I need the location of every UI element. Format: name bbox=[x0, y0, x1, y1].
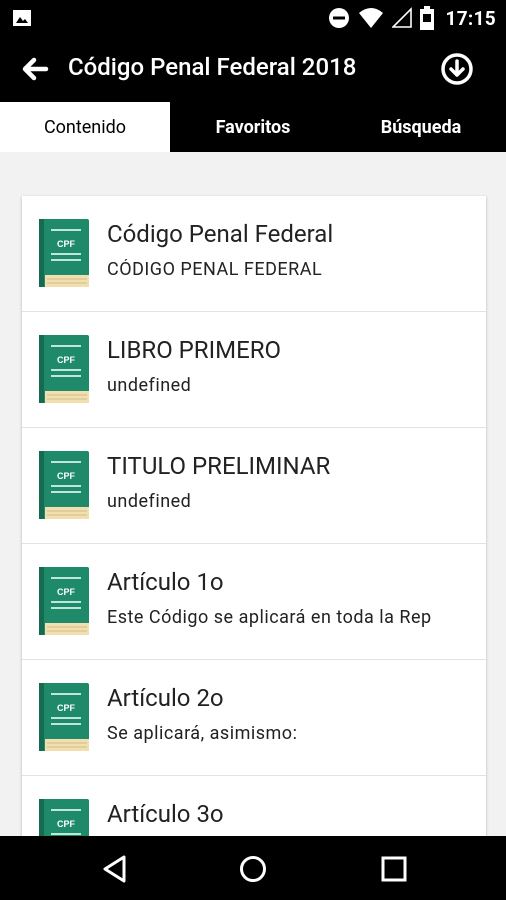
download-circle-icon[interactable] bbox=[440, 52, 474, 86]
item-title: Código Penal Federal bbox=[107, 220, 334, 248]
home-circle-icon[interactable] bbox=[238, 854, 268, 884]
list-item[interactable]: CPF Artículo 1o Este Código se aplicará … bbox=[22, 544, 486, 660]
clock: 17:15 bbox=[445, 6, 496, 30]
book-label: CPF bbox=[57, 239, 76, 249]
book-cpf-icon: CPF bbox=[39, 219, 89, 287]
book-label: CPF bbox=[57, 587, 76, 597]
item-title: Artículo 2o bbox=[107, 684, 224, 712]
status-icons: 17:15 bbox=[328, 0, 496, 36]
recents-square-icon[interactable] bbox=[379, 854, 409, 884]
signal-icon bbox=[391, 7, 412, 28]
tab-favoritos[interactable]: Favoritos bbox=[170, 102, 336, 152]
book-label: CPF bbox=[57, 819, 76, 829]
list-item[interactable]: CPF Artículo 3o bbox=[22, 776, 486, 836]
item-title: Artículo 3o bbox=[107, 800, 224, 828]
back-triangle-icon[interactable] bbox=[100, 854, 130, 884]
item-title: LIBRO PRIMERO bbox=[107, 336, 282, 364]
item-title: TITULO PRELIMINAR bbox=[107, 452, 331, 480]
tab-contenido[interactable]: Contenido bbox=[0, 102, 170, 152]
list-item[interactable]: CPF Artículo 2o Se aplicará, asimismo: bbox=[22, 660, 486, 776]
image-icon bbox=[13, 10, 31, 26]
list-item[interactable]: CPF Código Penal Federal CÓDIGO PENAL FE… bbox=[22, 196, 486, 312]
book-label: CPF bbox=[57, 471, 76, 481]
book-label: CPF bbox=[57, 355, 76, 365]
arrow-back-icon[interactable] bbox=[18, 52, 52, 86]
page-title: Código Penal Federal 2018 bbox=[68, 53, 357, 81]
system-nav-bar bbox=[0, 836, 506, 900]
book-cpf-icon: CPF bbox=[39, 567, 89, 635]
book-cpf-icon: CPF bbox=[39, 683, 89, 751]
list-item[interactable]: CPF TITULO PRELIMINAR undefined bbox=[22, 428, 486, 544]
tab-bar: Contenido Favoritos Búsqueda bbox=[0, 102, 506, 152]
book-cpf-icon: CPF bbox=[39, 451, 89, 519]
book-cpf-icon: CPF bbox=[39, 799, 89, 836]
item-subtitle: undefined bbox=[107, 491, 192, 512]
app-bar: Código Penal Federal 2018 bbox=[0, 36, 506, 102]
content-list: CPF Código Penal Federal CÓDIGO PENAL FE… bbox=[22, 196, 486, 836]
item-subtitle: undefined bbox=[107, 375, 192, 396]
do-not-disturb-icon bbox=[328, 8, 349, 28]
book-label: CPF bbox=[57, 703, 76, 713]
item-subtitle: Se aplicará, asimismo: bbox=[107, 723, 298, 744]
wifi-icon bbox=[358, 8, 383, 28]
item-subtitle: Este Código se aplicará en toda la Rep bbox=[107, 607, 432, 628]
book-cpf-icon: CPF bbox=[39, 335, 89, 403]
item-subtitle: CÓDIGO PENAL FEDERAL bbox=[107, 259, 323, 280]
battery-icon bbox=[419, 6, 434, 30]
list-item[interactable]: CPF LIBRO PRIMERO undefined bbox=[22, 312, 486, 428]
tab-busqueda[interactable]: Búsqueda bbox=[336, 102, 506, 152]
item-title: Artículo 1o bbox=[107, 568, 224, 596]
status-bar: 17:15 bbox=[0, 0, 506, 36]
